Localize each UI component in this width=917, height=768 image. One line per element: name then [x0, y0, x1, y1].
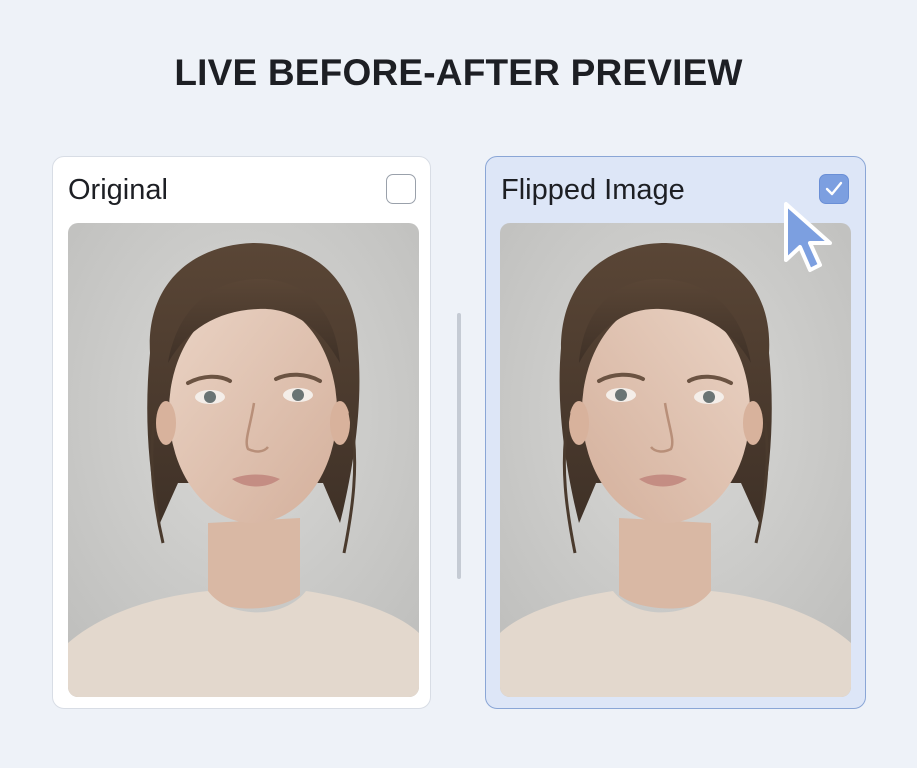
- original-card[interactable]: Original: [52, 156, 431, 709]
- original-checkbox[interactable]: [386, 174, 416, 204]
- mouse-pointer-icon: [784, 202, 832, 272]
- portrait-image-flipped: [500, 223, 851, 697]
- original-label: Original: [68, 174, 168, 206]
- check-icon: [825, 181, 843, 196]
- original-photo: [68, 223, 419, 697]
- portrait-image: [68, 223, 419, 697]
- flipped-photo: [500, 223, 851, 697]
- page-title: LIVE BEFORE-AFTER PREVIEW: [174, 52, 743, 93]
- flipped-label: Flipped Image: [501, 174, 685, 206]
- divider[interactable]: [457, 313, 461, 579]
